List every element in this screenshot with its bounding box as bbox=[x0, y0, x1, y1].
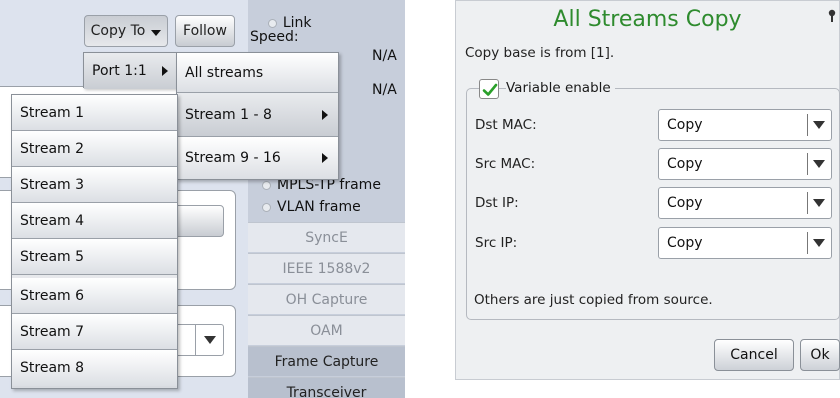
dst-ip-value: Copy bbox=[667, 195, 703, 211]
src-ip-label: Src IP: bbox=[475, 235, 518, 251]
tab-ieee-1588v2[interactable]: IEEE 1588v2 bbox=[248, 253, 405, 283]
menu-item-stream-9-16[interactable]: Stream 9 - 16 bbox=[177, 137, 338, 179]
variable-enable-checkbox[interactable] bbox=[479, 79, 499, 99]
vlan-led bbox=[262, 202, 271, 212]
all-streams-copy-dialog: All Streams Copy Copy base is from [1]. … bbox=[455, 0, 840, 380]
menu-item-stream-1-8[interactable]: Stream 1 - 8 bbox=[177, 93, 338, 137]
copy-to-button[interactable]: Copy To bbox=[84, 15, 168, 47]
menu-item-stream-5[interactable]: Stream 5 bbox=[12, 239, 177, 275]
menu-item-stream-2[interactable]: Stream 2 bbox=[12, 131, 177, 167]
src-mac-label: Src MAC: bbox=[475, 156, 536, 172]
dst-ip-select[interactable]: Copy bbox=[658, 187, 832, 219]
port-label: Port 1:1 bbox=[92, 63, 147, 79]
chevron-right-icon bbox=[322, 109, 328, 120]
left-panel: Link Speed: N/A N/A me MPLS-TP frame VLA… bbox=[0, 0, 405, 398]
chevron-down-icon[interactable] bbox=[807, 149, 831, 179]
src-ip-value: Copy bbox=[667, 235, 703, 251]
checkmark-icon bbox=[482, 83, 498, 96]
mpls-led bbox=[262, 180, 271, 190]
tab-oh-capture[interactable]: OH Capture bbox=[248, 284, 405, 314]
dst-mac-select[interactable]: Copy bbox=[658, 109, 832, 141]
menu-item-stream-3[interactable]: Stream 3 bbox=[12, 167, 177, 203]
chevron-down-icon[interactable] bbox=[807, 228, 831, 258]
stream-list-menu: Stream 1 Stream 2 Stream 3 Stream 4 Stre… bbox=[11, 94, 178, 389]
chevron-down-icon[interactable] bbox=[807, 188, 831, 218]
copy-to-label: Copy To bbox=[90, 23, 146, 39]
dst-mac-label: Dst MAC: bbox=[475, 117, 537, 133]
others-note: Others are just copied from source. bbox=[474, 292, 713, 308]
src-mac-select[interactable]: Copy bbox=[658, 148, 832, 180]
copy-base-text: Copy base is from [1]. bbox=[465, 45, 615, 61]
wrench-icon[interactable] bbox=[827, 9, 837, 23]
tab-oam[interactable]: OAM bbox=[248, 315, 405, 345]
stream-9-16-label: Stream 9 - 16 bbox=[185, 150, 281, 166]
variable-enable-label: Variable enable bbox=[506, 80, 615, 96]
dialog-title: All Streams Copy bbox=[553, 7, 742, 32]
src-mac-value: Copy bbox=[667, 156, 703, 172]
dst-ip-label: Dst IP: bbox=[475, 195, 519, 211]
menu-item-stream-8[interactable]: Stream 8 bbox=[12, 350, 177, 386]
tab-transceiver[interactable]: Transceiver bbox=[248, 377, 405, 398]
chevron-down-icon bbox=[151, 30, 162, 36]
menu-item-stream-6[interactable]: Stream 6 bbox=[12, 278, 177, 314]
menu-item-port-1-1[interactable]: Port 1:1 bbox=[84, 53, 176, 89]
menu-item-stream-4[interactable]: Stream 4 bbox=[12, 203, 177, 239]
chevron-right-icon bbox=[322, 153, 328, 163]
streams-submenu: All streams Stream 1 - 8 Stream 9 - 16 bbox=[176, 52, 339, 180]
chevron-right-icon bbox=[162, 66, 168, 76]
chevron-down-icon[interactable] bbox=[807, 110, 831, 140]
src-ip-select[interactable]: Copy bbox=[658, 227, 832, 259]
port-menu: Port 1:1 bbox=[83, 52, 177, 89]
background-dropdown-arrow[interactable] bbox=[195, 325, 223, 355]
cancel-button[interactable]: Cancel bbox=[714, 339, 794, 371]
follow-button[interactable]: Follow bbox=[175, 15, 235, 47]
link-status-led bbox=[267, 18, 277, 28]
menu-item-stream-1[interactable]: Stream 1 bbox=[12, 95, 177, 131]
menu-item-stream-7[interactable]: Stream 7 bbox=[12, 314, 177, 350]
tab-frame-capture[interactable]: Frame Capture bbox=[248, 346, 405, 376]
vlan-frame-indicator: VLAN frame bbox=[262, 199, 361, 215]
stream-1-8-label: Stream 1 - 8 bbox=[185, 107, 272, 123]
link-speed-value: N/A bbox=[372, 48, 397, 64]
menu-item-all-streams[interactable]: All streams bbox=[177, 53, 338, 93]
link-speed-label: Link Speed: bbox=[250, 15, 312, 45]
second-status-value: N/A bbox=[372, 82, 397, 98]
tab-synce[interactable]: SyncE bbox=[248, 222, 405, 252]
ok-button[interactable]: Ok bbox=[800, 339, 840, 371]
dst-mac-value: Copy bbox=[667, 117, 703, 133]
